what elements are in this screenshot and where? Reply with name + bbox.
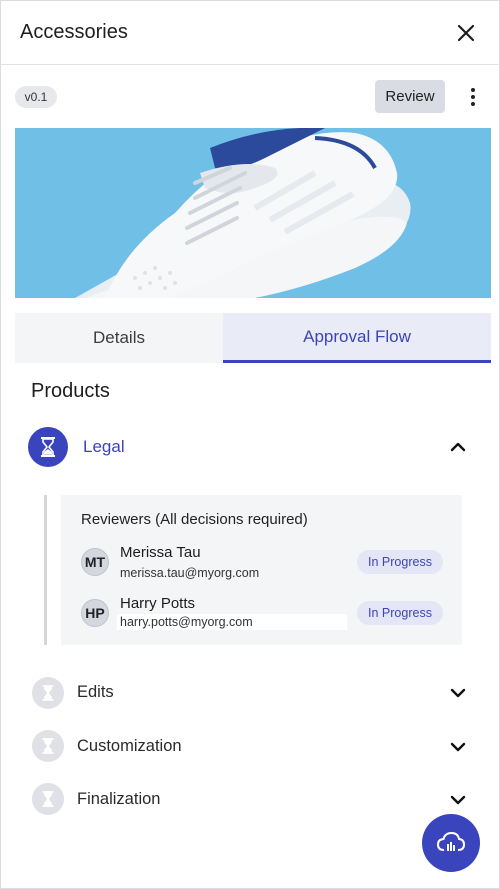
chevron-up-icon[interactable] bbox=[450, 439, 466, 455]
reviewer-email: harry.potts@myorg.com bbox=[117, 614, 347, 630]
panel-title: Accessories bbox=[20, 21, 128, 43]
chevron-down-icon[interactable] bbox=[450, 685, 466, 701]
tab-approval-flow[interactable]: Approval Flow bbox=[223, 313, 491, 363]
stage-legal-label[interactable]: Legal bbox=[83, 437, 125, 457]
hourglass-icon bbox=[32, 677, 64, 709]
close-icon[interactable] bbox=[456, 23, 476, 43]
product-image bbox=[15, 128, 491, 298]
chevron-down-icon[interactable] bbox=[450, 792, 466, 808]
accessories-panel: Accessories v0.1 Review Details Approval… bbox=[0, 0, 500, 889]
hourglass-icon bbox=[32, 730, 64, 762]
stage-edits-label[interactable]: Edits bbox=[77, 683, 114, 702]
tab-bar: Details Approval Flow bbox=[15, 313, 491, 363]
sneaker-illustration bbox=[15, 128, 491, 298]
status-badge: In Progress bbox=[357, 550, 443, 574]
reviewer-name: Merissa Tau bbox=[120, 544, 201, 561]
more-options-icon[interactable] bbox=[463, 85, 483, 109]
version-badge: v0.1 bbox=[15, 86, 57, 108]
section-title: Products bbox=[31, 380, 110, 402]
reviewer-name: Harry Potts bbox=[120, 595, 196, 612]
stage-rail bbox=[44, 495, 47, 645]
status-badge: In Progress bbox=[357, 601, 443, 625]
hourglass-icon bbox=[32, 783, 64, 815]
cloud-icon bbox=[437, 832, 465, 851]
review-button[interactable]: Review bbox=[375, 80, 445, 113]
stage-customization-label[interactable]: Customization bbox=[77, 737, 182, 756]
stage-finalization-label[interactable]: Finalization bbox=[77, 790, 160, 809]
avatar: MT bbox=[81, 548, 109, 576]
chevron-down-icon[interactable] bbox=[450, 739, 466, 755]
panel-header: Accessories bbox=[1, 1, 499, 65]
reviewers-heading: Reviewers (All decisions required) bbox=[81, 511, 308, 528]
avatar: HP bbox=[81, 599, 109, 627]
cloud-assistant-button[interactable] bbox=[422, 814, 480, 872]
reviewer-email: merissa.tau@myorg.com bbox=[120, 566, 260, 580]
hourglass-icon bbox=[28, 427, 68, 467]
reviewers-card: Reviewers (All decisions required) MT Me… bbox=[61, 495, 462, 645]
tab-details[interactable]: Details bbox=[15, 313, 223, 363]
